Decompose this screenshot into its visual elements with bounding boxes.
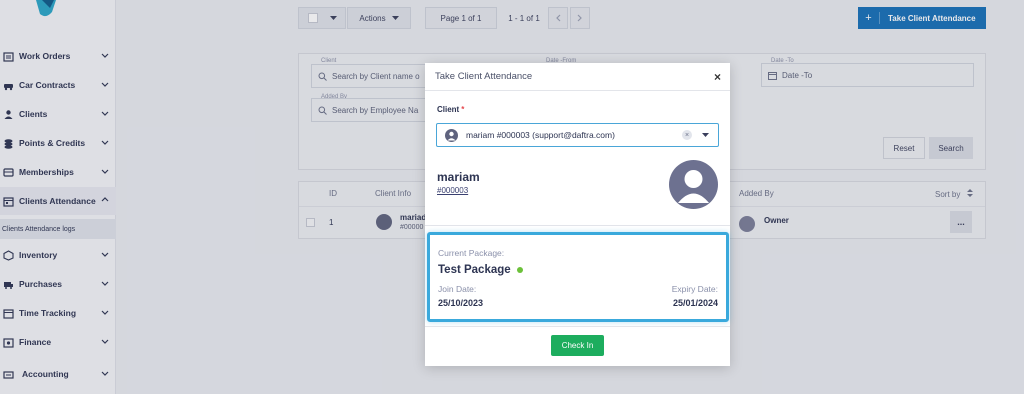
package-name-text: Test Package bbox=[438, 264, 511, 276]
modal-title: Take Client Attendance bbox=[435, 71, 533, 82]
check-in-button[interactable]: Check In bbox=[551, 335, 604, 356]
join-date-label: Join Date: bbox=[438, 284, 477, 294]
client-label-text: Client bbox=[437, 105, 460, 114]
take-attendance-modal: Take Client Attendance × Client * mariam … bbox=[425, 63, 730, 366]
client-name: mariam bbox=[437, 170, 480, 184]
package-card: Current Package: Test Package Join Date:… bbox=[427, 232, 729, 322]
client-number-link[interactable]: #000003 bbox=[437, 186, 468, 195]
modal-header: Take Client Attendance bbox=[425, 63, 730, 91]
divider bbox=[425, 326, 730, 327]
client-select[interactable]: mariam #000003 (support@daftra.com) × bbox=[436, 123, 719, 147]
client-field-label: Client * bbox=[437, 105, 464, 114]
client-avatar-icon bbox=[669, 160, 718, 209]
user-avatar-icon bbox=[445, 128, 458, 142]
clear-selection-icon[interactable]: × bbox=[682, 130, 692, 140]
current-package-label: Current Package: bbox=[438, 248, 505, 258]
package-name: Test Package bbox=[438, 264, 523, 276]
join-date-value: 25/10/2023 bbox=[438, 298, 484, 308]
required-mark: * bbox=[461, 105, 465, 114]
expiry-date-label: Expiry Date: bbox=[671, 284, 718, 294]
selected-client: mariam #000003 (support@daftra.com) bbox=[466, 130, 615, 140]
expiry-date-value: 25/01/2024 bbox=[672, 298, 718, 308]
close-icon[interactable]: × bbox=[714, 70, 721, 84]
divider bbox=[425, 225, 730, 226]
active-status-dot bbox=[516, 267, 523, 273]
caret-down-icon[interactable] bbox=[702, 133, 709, 138]
